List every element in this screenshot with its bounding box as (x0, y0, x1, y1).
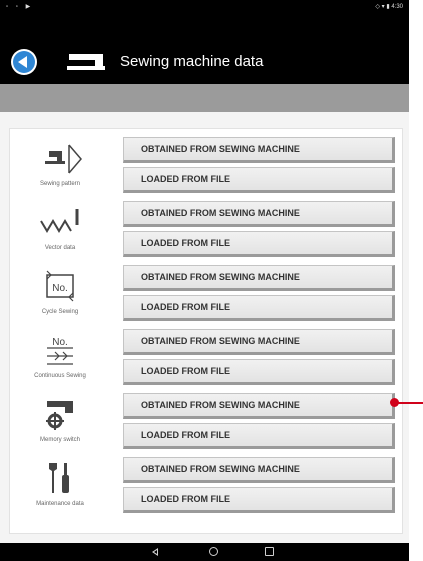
navigation-bar (0, 543, 409, 561)
loaded-from-file-button[interactable]: LOADED FROM FILE (123, 231, 395, 257)
status-bar: ▫ ▫ ▶ ◇ ▾ ▮ 4:30 (0, 0, 409, 14)
row-icon-block: No. Continuous Sewing (15, 329, 105, 385)
loaded-from-file-button[interactable]: LOADED FROM FILE (123, 423, 395, 449)
cycle-no-text: No. (52, 283, 68, 294)
row-continuous-sewing: No. Continuous Sewing OBTAINED FROM SEWI… (10, 325, 402, 389)
maintenance-data-icon (49, 463, 69, 493)
row-icon-block: Memory switch (15, 393, 105, 449)
row-icon-block: Maintenance data (15, 457, 105, 513)
obtained-from-machine-button[interactable]: OBTAINED FROM SEWING MACHINE (123, 265, 395, 291)
back-arrow-icon (13, 51, 35, 73)
row-cycle-sewing: No. Cycle Sewing OBTAINED FROM SEWING MA… (10, 261, 402, 325)
nav-back-icon[interactable] (152, 548, 158, 556)
obtained-from-machine-button[interactable]: OBTAINED FROM SEWING MACHINE (123, 137, 395, 163)
app-bar: Sewing machine data (0, 14, 409, 84)
row-maintenance-data: Maintenance data OBTAINED FROM SEWING MA… (10, 453, 402, 517)
row-label: Vector data (44, 245, 76, 251)
memory-switch-icon (46, 401, 73, 430)
row-label: Sewing pattern (39, 181, 81, 187)
status-right-icons: ◇ ▾ ▮ 4:30 (375, 4, 403, 10)
sewing-machine-icon (67, 54, 105, 70)
continuous-no-text: No. (52, 337, 68, 348)
row-vector-data: Vector data OBTAINED FROM SEWING MACHINE… (10, 197, 402, 261)
loaded-from-file-button[interactable]: LOADED FROM FILE (123, 359, 395, 385)
continuous-sewing-icon: No. (47, 337, 73, 365)
data-list: Sewing pattern OBTAINED FROM SEWING MACH… (9, 128, 403, 534)
back-button[interactable] (11, 49, 37, 75)
callout-pointer-dot (390, 398, 399, 407)
page-title: Sewing machine data (120, 53, 264, 70)
callout-pointer-line (395, 402, 423, 404)
obtained-from-machine-button[interactable]: OBTAINED FROM SEWING MACHINE (123, 393, 395, 419)
tablet-screen: ▫ ▫ ▶ ◇ ▾ ▮ 4:30 Sewing machine data Sew… (0, 0, 409, 561)
status-left-icons: ▫ ▫ ▶ (6, 4, 34, 10)
sewing-pattern-icon (45, 144, 82, 174)
nav-home-icon[interactable] (209, 547, 218, 556)
cycle-sewing-icon: No. (46, 270, 74, 302)
row-icon-block: Sewing pattern (15, 137, 105, 193)
vector-data-icon (40, 209, 79, 233)
loaded-from-file-button[interactable]: LOADED FROM FILE (123, 167, 395, 193)
loaded-from-file-button[interactable]: LOADED FROM FILE (123, 295, 395, 321)
row-sewing-pattern: Sewing pattern OBTAINED FROM SEWING MACH… (10, 133, 402, 197)
obtained-from-machine-button[interactable]: OBTAINED FROM SEWING MACHINE (123, 329, 395, 355)
obtained-from-machine-button[interactable]: OBTAINED FROM SEWING MACHINE (123, 201, 395, 227)
row-icon-block: No. Cycle Sewing (15, 265, 105, 321)
obtained-from-machine-button[interactable]: OBTAINED FROM SEWING MACHINE (123, 457, 395, 483)
gray-header-bar (0, 84, 409, 112)
row-label: Memory switch (39, 437, 80, 443)
row-icon-block: Vector data (15, 201, 105, 257)
row-label: Continuous Sewing (34, 373, 86, 379)
row-label: Maintenance data (36, 501, 84, 507)
row-label: Cycle Sewing (41, 309, 79, 315)
loaded-from-file-button[interactable]: LOADED FROM FILE (123, 487, 395, 513)
nav-recent-apps-icon[interactable] (265, 547, 274, 556)
row-memory-switch: Memory switch OBTAINED FROM SEWING MACHI… (10, 389, 402, 453)
